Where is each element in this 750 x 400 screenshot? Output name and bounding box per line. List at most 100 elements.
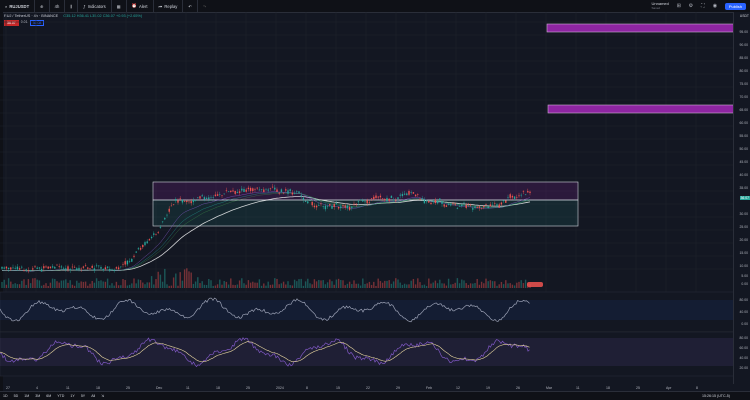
osc-tick: 20.00 xyxy=(739,366,749,370)
price-tick: 60.00 xyxy=(739,121,749,125)
indicators-label: Indicators xyxy=(87,3,106,9)
resistance-zone-mid[interactable] xyxy=(547,104,734,114)
clock[interactable]: 15:26:15 (UTC-5) xyxy=(702,394,730,398)
timeframe-all[interactable]: All xyxy=(88,394,98,398)
date-tick: 11 xyxy=(66,386,70,390)
indicators-icon: ƒ xyxy=(83,3,86,9)
price-tick: 10.00 xyxy=(739,264,749,268)
stoch-band xyxy=(0,300,734,320)
symbol-label: RUJUSDT xyxy=(9,3,30,9)
price-tick: 75.00 xyxy=(739,82,749,86)
event-markers[interactable] xyxy=(527,282,543,287)
price-tick: 90.00 xyxy=(739,43,749,47)
date-tick: 8 xyxy=(306,386,308,390)
price-tick: 40.00 xyxy=(739,173,749,177)
osc-tick: 80.00 xyxy=(739,298,749,302)
interval-label: 4h xyxy=(54,3,60,9)
replay-label: Replay xyxy=(164,3,178,9)
replay-icon: ⏮ xyxy=(158,3,163,9)
date-tick: 4 xyxy=(36,386,38,390)
candles-icon: ⫼ xyxy=(70,3,73,9)
rsi-band xyxy=(0,338,734,366)
date-tick: 12 xyxy=(456,386,460,390)
volume-bars xyxy=(1,268,531,288)
date-tick: 27 xyxy=(6,386,10,390)
replay-button[interactable]: ⏮ Replay xyxy=(154,0,184,12)
date-tick: 11 xyxy=(186,386,190,390)
redo-icon: ↷ xyxy=(202,3,207,9)
price-tick: 65.00 xyxy=(739,108,749,112)
price-tick: 20.00 xyxy=(739,238,749,242)
date-tick: 25 xyxy=(126,386,130,390)
date-tick: 19 xyxy=(486,386,490,390)
date-tick: 22 xyxy=(366,386,370,390)
timeframe-6m[interactable]: 6M xyxy=(43,394,54,398)
timeframe-ytd[interactable]: YTD xyxy=(54,394,67,398)
alert-label: Alert xyxy=(138,3,148,9)
undo-icon: ↶ xyxy=(188,3,192,9)
bottom-toolbar: 1D 5D 1M 3M 6M YTD 1Y 5Y All ⇲ 15:26:15 … xyxy=(0,391,750,400)
price-axis[interactable]: USDT 95.00 90.00 85.00 80.00 75.00 70.00… xyxy=(733,12,750,384)
current-price-label: 36.07 xyxy=(739,196,750,200)
saved-status: Saved xyxy=(651,6,661,10)
date-tick: 15 xyxy=(336,386,340,390)
settings-icon[interactable]: ⚙ xyxy=(685,0,697,12)
price-tick: 30.00 xyxy=(739,212,749,216)
date-tick: 18 xyxy=(606,386,610,390)
publish-button[interactable]: Publish xyxy=(724,2,746,10)
price-tick: 70.00 xyxy=(739,95,749,99)
date-tick: Dec xyxy=(156,386,163,390)
date-tick: 25 xyxy=(246,386,250,390)
grid-icon[interactable]: ⊞ xyxy=(673,0,685,12)
price-tick: 0.00 xyxy=(741,282,748,286)
price-tick: 85.00 xyxy=(739,56,749,60)
camera-icon[interactable]: ◉ xyxy=(709,0,721,12)
layout-button[interactable]: ▦ xyxy=(112,0,127,12)
osc-tick: 40.00 xyxy=(739,310,749,314)
undo-button[interactable]: ↶ xyxy=(183,0,198,12)
timeframe-1d[interactable]: 1D xyxy=(0,394,11,398)
layout-name-button[interactable]: Unnamed Saved xyxy=(648,1,673,11)
chart-type-button[interactable]: ⫼ xyxy=(65,0,79,12)
date-tick: 29 xyxy=(396,386,400,390)
alert-button[interactable]: ⏰ Alert xyxy=(127,0,154,12)
alert-icon: ⏰ xyxy=(131,3,137,8)
osc-tick: 80.00 xyxy=(739,336,749,340)
symbol-search[interactable]: ⌕ RUJUSDT xyxy=(0,0,36,12)
osc-tick: 40.00 xyxy=(739,356,749,360)
price-tick: 15.00 xyxy=(739,251,749,255)
chart-canvas[interactable] xyxy=(0,12,734,388)
price-tick: 95.00 xyxy=(739,30,749,34)
timeframe-5y[interactable]: 5Y xyxy=(78,394,88,398)
timeframe-3m[interactable]: 3M xyxy=(32,394,43,398)
date-tick: 18 xyxy=(216,386,220,390)
resistance-zone-top[interactable] xyxy=(546,23,734,33)
price-tick: 55.00 xyxy=(739,134,749,138)
price-tick: 25.00 xyxy=(739,225,749,229)
price-tick: 35.00 xyxy=(739,186,749,190)
date-tick: Mar xyxy=(546,386,553,390)
date-tick: 26 xyxy=(516,386,520,390)
redo-button[interactable]: ↷ xyxy=(198,0,212,12)
date-range-icon[interactable]: ⇲ xyxy=(98,394,107,398)
indicators-button[interactable]: ƒ Indicators xyxy=(78,0,112,12)
search-icon: ⌕ xyxy=(5,3,8,9)
date-tick: Feb xyxy=(426,386,433,390)
date-tick: 25 xyxy=(636,386,640,390)
price-tick: 50.00 xyxy=(739,147,749,151)
timeframe-1y[interactable]: 1Y xyxy=(67,394,77,398)
date-tick: 2024 xyxy=(276,386,284,390)
price-tick: 80.00 xyxy=(739,69,749,73)
timeframe-5d[interactable]: 5D xyxy=(11,394,22,398)
interval-button[interactable]: 4h xyxy=(50,0,66,12)
fullscreen-icon[interactable]: ⛶ xyxy=(697,0,709,12)
date-tick: 8 xyxy=(696,386,698,390)
grid-icon: ▦ xyxy=(116,3,121,9)
currency-label[interactable]: USDT xyxy=(740,14,749,18)
plus-icon: ⊕ xyxy=(40,3,44,9)
date-tick: 18 xyxy=(96,386,100,390)
compare-button[interactable]: ⊕ xyxy=(35,0,50,12)
osc-tick: 0.00 xyxy=(741,322,748,326)
timeframe-1m[interactable]: 1M xyxy=(21,394,32,398)
price-tick: 5.00 xyxy=(741,274,748,278)
